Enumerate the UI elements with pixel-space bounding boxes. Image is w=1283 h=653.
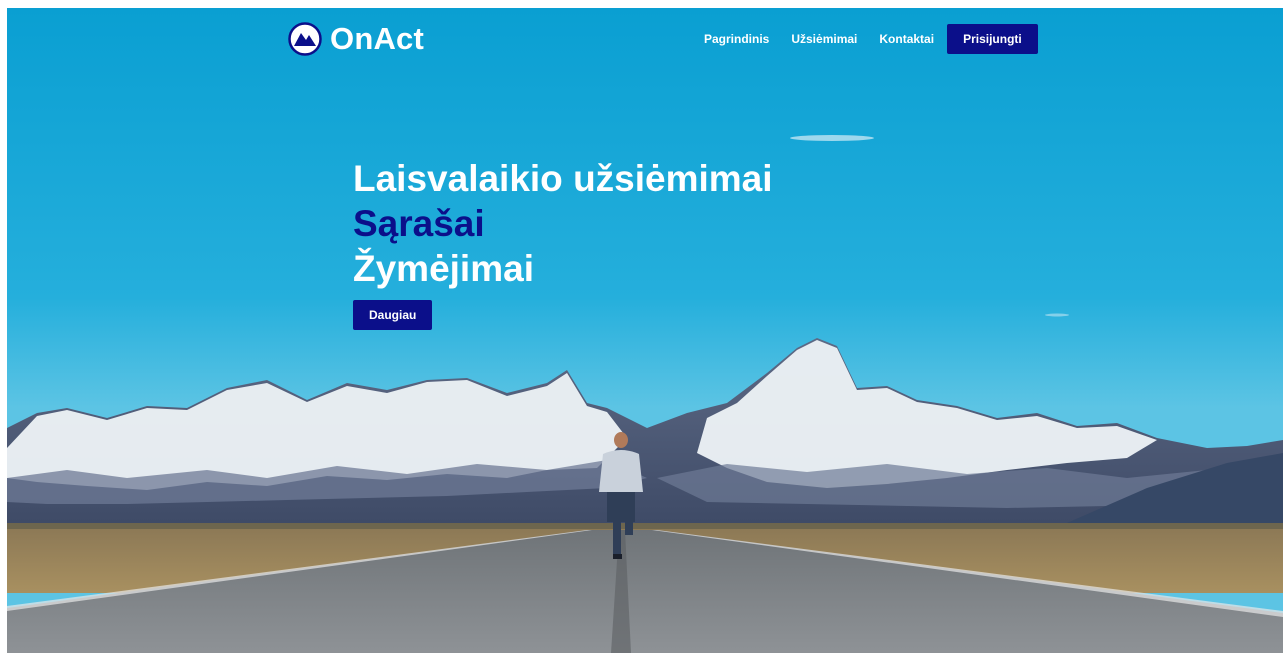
hero-heading-tags: Žymėjimai (353, 248, 534, 289)
hero-heading-lists: Sąrašai (353, 203, 485, 244)
brand-logo-link[interactable]: OnAct (288, 21, 424, 57)
top-navbar: OnAct Pagrindinis Užsiėmimai Kontaktai P… (7, 8, 1283, 74)
hero-heading-activities: Laisvalaikio užsiėmimai (353, 158, 773, 199)
brand-name: OnAct (330, 21, 424, 56)
nav-links: Pagrindinis Užsiėmimai Kontaktai Prisiju… (704, 24, 1038, 54)
nav-link-contacts[interactable]: Kontaktai (879, 24, 934, 54)
login-button[interactable]: Prisijungti (947, 24, 1038, 54)
hero-content: Laisvalaikio užsiėmimai Sąrašai Žymėjima… (353, 156, 773, 330)
nav-link-home[interactable]: Pagrindinis (704, 24, 769, 54)
hero-background-image (7, 8, 1283, 653)
more-button[interactable]: Daugiau (353, 300, 433, 330)
page-frame: OnAct Pagrindinis Užsiėmimai Kontaktai P… (7, 8, 1283, 653)
mountain-circle-icon (288, 22, 322, 56)
nav-link-activities[interactable]: Užsiėmimai (791, 24, 857, 54)
